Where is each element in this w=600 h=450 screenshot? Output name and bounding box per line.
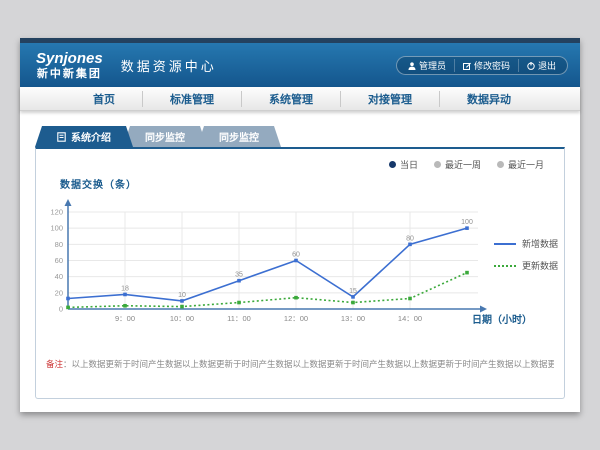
filter-label: 最近一周 [445,158,481,171]
user-menu-label: 退出 [538,59,556,72]
footnote-label: 备注 [46,359,63,369]
change-password-button[interactable]: 修改密码 [454,59,518,72]
nav-item-datachange[interactable]: 数据异动 [439,91,538,107]
nav-item-interface[interactable]: 对接管理 [340,91,439,107]
radio-icon [497,161,504,168]
footnote: 备注：以上数据更新于时间产生数据以上数据更新于时间产生数据以上数据更新于时间产生… [46,358,554,370]
tab-sync-monitor-1[interactable]: 同步监控 [123,126,207,147]
svg-text:9：00: 9：00 [115,314,135,323]
nav-item-standards[interactable]: 标准管理 [142,91,241,107]
chart-x-axis-title: 日期（小时） [472,311,532,326]
solid-line-icon [494,243,516,245]
radio-icon [434,161,441,168]
svg-text:35: 35 [235,272,243,279]
user-menu-label: 修改密码 [474,59,510,72]
svg-text:60: 60 [55,256,63,265]
user-menu: 管理员 修改密码 退出 [396,56,568,75]
svg-text:80: 80 [55,240,63,249]
user-menu-label: 管理员 [419,59,446,72]
filter-label: 最近一月 [508,158,544,171]
svg-text:11：00: 11：00 [227,314,251,323]
tab-sync-monitor-2[interactable]: 同步监控 [197,126,281,147]
radio-selected-icon [389,161,396,168]
logo-brand-text: Synjones [36,51,103,66]
data-exchange-line-chart: 0 20 40 60 80 100 120 9：00 10：00 11：00 12：00 13：00 1… [50,197,490,329]
nav-item-system[interactable]: 系统管理 [241,91,340,107]
logout-icon [527,62,535,70]
footnote-text: ：以上数据更新于时间产生数据以上数据更新于时间产生数据以上数据更新于时间产生数据… [63,359,554,369]
user-icon [408,62,416,70]
svg-text:40: 40 [55,272,63,281]
legend-label: 新增数据 [522,237,558,250]
filter-last-month[interactable]: 最近一月 [497,158,544,171]
tab-label: 系统介绍 [71,129,111,144]
svg-text:12：00: 12：00 [284,314,308,323]
logo-company-text: 新中新集团 [36,69,103,80]
time-range-filter: 当日 最近一周 最近一月 [389,158,544,171]
svg-text:18: 18 [121,285,129,292]
svg-text:100: 100 [461,219,473,226]
svg-text:15: 15 [349,288,357,295]
dotted-line-icon [494,265,516,267]
filter-today[interactable]: 当日 [389,158,418,171]
svg-text:0: 0 [59,305,63,314]
app-window: Synjones 新中新集团 数据资源中心 管理员 修改密码 退出 [20,38,580,412]
company-logo: Synjones 新中新集团 [36,51,103,80]
main-navigation: 首页 标准管理 系统管理 对接管理 数据异动 [20,87,580,111]
svg-text:10: 10 [178,292,186,299]
document-icon [57,132,66,142]
chart-y-axis-title: 数据交换（条） [60,176,137,191]
chart-legend: 新增数据 更新数据 [494,237,558,272]
svg-text:10：00: 10：00 [170,314,194,323]
legend-item-new-data[interactable]: 新增数据 [494,237,558,250]
svg-text:100: 100 [50,224,63,233]
svg-text:60: 60 [292,252,300,259]
tab-label: 同步监控 [219,129,259,144]
chart-panel: 当日 最近一周 最近一月 数据交换（条） 0 20 40 60 80 100 120 9：00… [35,147,565,399]
chart-area: 0 20 40 60 80 100 120 9：00 10：00 11：00 12：00 13：00 1… [50,197,490,334]
filter-label: 当日 [400,158,418,171]
logout-button[interactable]: 退出 [518,59,564,72]
tab-system-intro[interactable]: 系统介绍 [35,126,133,147]
filter-last-week[interactable]: 最近一周 [434,158,481,171]
tab-bar: 系统介绍 同步监控 同步监控 [35,126,580,147]
legend-label: 更新数据 [522,259,558,272]
edit-icon [463,62,471,70]
svg-text:20: 20 [55,288,63,297]
svg-text:120: 120 [50,208,63,217]
svg-text:80: 80 [406,235,414,242]
app-header: Synjones 新中新集团 数据资源中心 管理员 修改密码 退出 [20,43,580,87]
svg-text:13：00: 13：00 [341,314,365,323]
nav-item-home[interactable]: 首页 [66,91,142,107]
tab-label: 同步监控 [145,129,185,144]
page-title: 数据资源中心 [121,56,217,75]
svg-text:14：00: 14：00 [398,314,422,323]
legend-item-updated-data[interactable]: 更新数据 [494,259,558,272]
current-user-button[interactable]: 管理员 [400,59,454,72]
